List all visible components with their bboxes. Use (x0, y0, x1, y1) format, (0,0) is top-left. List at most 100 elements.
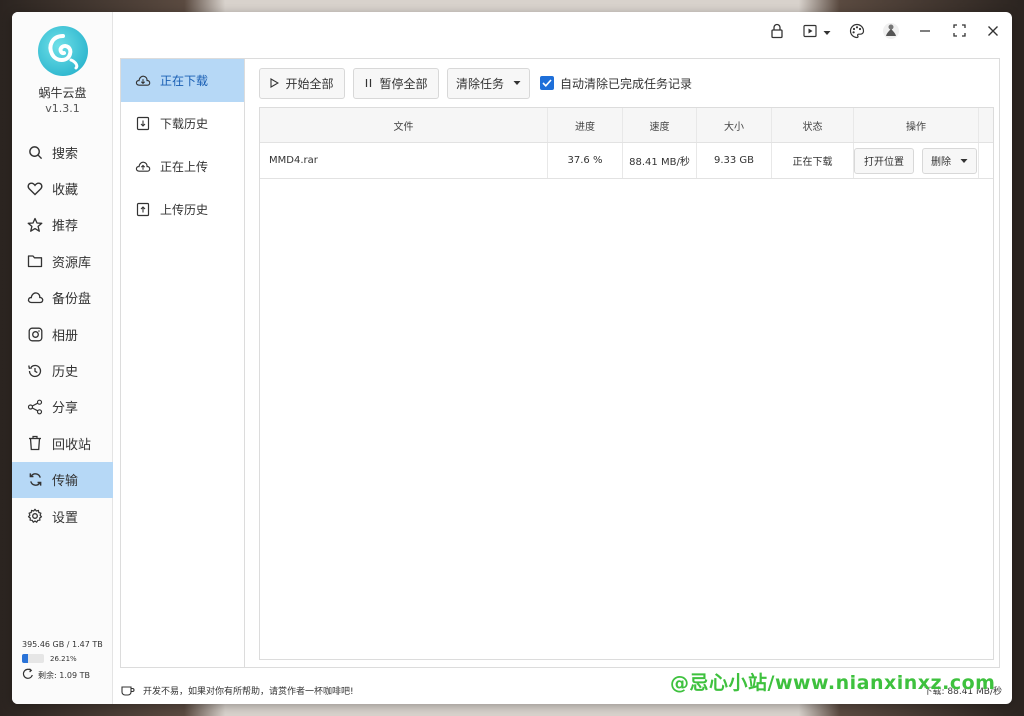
delete-dropdown[interactable]: 删除 (922, 147, 977, 174)
history-icon (26, 362, 44, 380)
tab-label: 正在下载 (160, 74, 209, 88)
minimize-icon (919, 25, 931, 40)
play-icon (270, 78, 280, 88)
chevron-down-icon (823, 25, 831, 39)
minimize-button[interactable] (914, 22, 936, 42)
watermark-text: @忌心小站/www.nianxinxz.com (670, 672, 996, 694)
storage-free: 剩余: 1.09 TB (38, 670, 90, 680)
sidebar-item-label: 推荐 (52, 219, 79, 235)
sidebar-item-label: 收藏 (52, 183, 79, 199)
player-menu-button[interactable] (800, 22, 834, 42)
auto-clear-checkbox[interactable]: 自动清除已完成任务记录 (540, 75, 692, 92)
sidebar-item-label: 传输 (52, 474, 79, 490)
download-history-icon (135, 116, 151, 132)
avatar-icon (882, 22, 900, 43)
close-button[interactable] (982, 22, 1004, 42)
storage-bar-fill (22, 654, 28, 663)
tab-upload-history[interactable]: 上传历史 (121, 188, 244, 231)
open-location-button[interactable]: 打开位置 (854, 147, 914, 174)
sidebar-item-settings[interactable]: 设置 (12, 498, 113, 534)
download-table: 文件 进度 速度 大小 状态 操作 MMD4.rar 37.6 % 88.41 … (259, 107, 994, 660)
transfer-panel: 正在下载 下载历史 正在上传 上传历史 开始全部 暂停全部 清除任务 自动清除已… (120, 58, 1000, 668)
tab-uploading[interactable]: 正在上传 (121, 145, 244, 188)
star-icon (26, 216, 44, 234)
tab-label: 上传历史 (160, 203, 209, 217)
row-spacer (979, 143, 993, 178)
close-icon (987, 25, 999, 40)
sidebar-item-favorites[interactable]: 收藏 (12, 170, 113, 206)
sidebar-item-label: 资源库 (52, 255, 92, 271)
lock-icon (770, 23, 784, 42)
sidebar-item-label: 历史 (52, 365, 79, 381)
sidebar-item-label: 分享 (52, 401, 79, 417)
palette-icon (849, 23, 865, 42)
cloud-download-icon (135, 73, 151, 89)
gear-icon (26, 507, 44, 525)
cloud-icon (26, 289, 44, 307)
header-speed[interactable]: 速度 (623, 108, 697, 142)
header-ops: 操作 (854, 108, 979, 142)
cloud-upload-icon (135, 159, 151, 175)
sidebar-item-label: 搜索 (52, 146, 79, 162)
start-all-button[interactable]: 开始全部 (259, 67, 345, 99)
sidebar-item-backup[interactable]: 备份盘 (12, 280, 113, 316)
maximize-button[interactable] (948, 22, 970, 42)
transfer-toolbar: 开始全部 暂停全部 清除任务 自动清除已完成任务记录 (259, 67, 692, 99)
app-version: v1.3.1 (45, 102, 80, 115)
row-ops: 打开位置 删除 (854, 143, 979, 178)
tab-downloading[interactable]: 正在下载 (121, 59, 244, 102)
sync-icon (26, 471, 44, 489)
storage-info: 395.46 GB / 1.47 TB 26.21% 剩余: 1.09 TB (22, 640, 106, 682)
pause-all-button[interactable]: 暂停全部 (353, 67, 439, 99)
pause-all-label: 暂停全部 (379, 76, 428, 91)
sidebar-item-label: 相册 (52, 328, 79, 344)
avatar-button[interactable] (880, 22, 902, 42)
sidebar-item-album[interactable]: 相册 (12, 316, 113, 352)
sidebar-item-library[interactable]: 资源库 (12, 243, 113, 279)
clear-tasks-dropdown[interactable]: 清除任务 (447, 67, 530, 99)
theme-button[interactable] (846, 22, 868, 42)
sidebar-item-label: 回收站 (52, 437, 92, 453)
row-status: 正在下载 (772, 143, 854, 178)
pause-icon (364, 78, 373, 88)
row-progress: 37.6 % (548, 143, 623, 178)
sidebar-item-transfer[interactable]: 传输 (12, 461, 113, 498)
coffee-icon[interactable] (121, 684, 135, 696)
upload-history-icon (135, 202, 151, 218)
title-bar (113, 12, 1012, 52)
sidebar-item-search[interactable]: 搜索 (12, 134, 113, 170)
header-spacer (979, 108, 993, 142)
sidebar-item-recommend[interactable]: 推荐 (12, 207, 113, 243)
chevron-down-icon (960, 158, 968, 164)
share-icon (26, 398, 44, 416)
clear-tasks-label: 清除任务 (455, 76, 504, 91)
header-status[interactable]: 状态 (772, 108, 854, 142)
search-icon (26, 143, 44, 161)
auto-clear-label: 自动清除已完成任务记录 (560, 76, 693, 91)
table-header: 文件 进度 速度 大小 状态 操作 (260, 108, 993, 143)
checkbox-checked-icon (540, 76, 554, 90)
row-file: MMD4.rar (260, 143, 548, 178)
app-logo (38, 26, 88, 76)
start-all-label: 开始全部 (285, 76, 334, 91)
sidebar-item-label: 设置 (52, 510, 79, 526)
storage-bar (22, 654, 44, 663)
row-size: 9.33 GB (697, 143, 772, 178)
header-size[interactable]: 大小 (697, 108, 772, 142)
tab-label: 下载历史 (160, 117, 209, 131)
refresh-icon[interactable] (22, 668, 34, 682)
sidebar-nav: 搜索 收藏 推荐 资源库 备份盘 相册 历史 分享 回收站 传输 设置 (12, 134, 113, 534)
tab-label: 正在上传 (160, 160, 209, 174)
sidebar-item-share[interactable]: 分享 (12, 389, 113, 425)
table-row[interactable]: MMD4.rar 37.6 % 88.41 MB/秒 9.33 GB 正在下载 … (260, 143, 993, 179)
donate-message: 开发不易，如果对你有所帮助，请赏作者一杯咖啡吧! (143, 686, 354, 697)
maximize-icon (952, 24, 966, 40)
header-progress[interactable]: 进度 (548, 108, 623, 142)
header-file[interactable]: 文件 (260, 108, 548, 142)
lock-button[interactable] (766, 22, 788, 42)
app-window: 蜗牛云盘 v1.3.1 搜索 收藏 推荐 资源库 备份盘 相册 历史 分享 回收… (12, 12, 1012, 704)
tab-download-history[interactable]: 下载历史 (121, 102, 244, 145)
sidebar-item-recycle[interactable]: 回收站 (12, 425, 113, 461)
app-name: 蜗牛云盘 (38, 86, 87, 100)
sidebar-item-history[interactable]: 历史 (12, 352, 113, 388)
